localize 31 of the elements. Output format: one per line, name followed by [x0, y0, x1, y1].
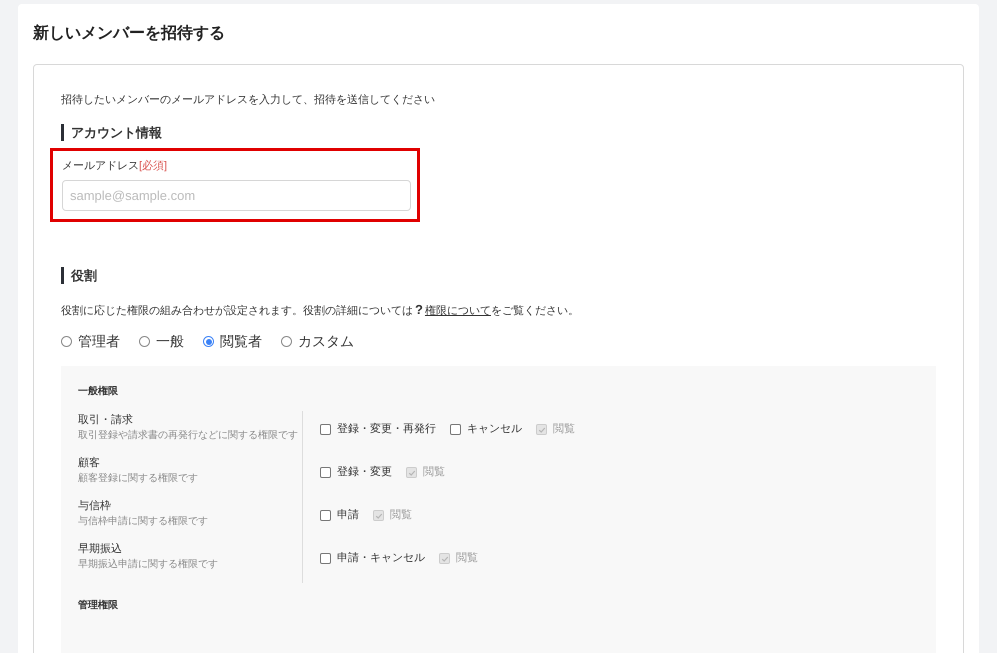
role-radio[interactable]: カスタム — [281, 331, 354, 352]
permission-description: 与信枠申請に関する権限です — [78, 514, 208, 529]
permission-checkbox[interactable]: 登録・変更 — [320, 464, 392, 481]
section-heading: アカウント情報 — [61, 124, 936, 141]
permission-checkbox[interactable]: キャンセル — [450, 421, 522, 438]
permission-name: 顧客 — [78, 456, 101, 471]
group-heading: 一般権限 — [78, 385, 119, 399]
field-label: メールアドレス[必須] — [62, 158, 168, 174]
checkmark-icon — [408, 468, 416, 476]
page-title: 新しいメンバーを招待する — [33, 24, 226, 44]
intro-text: 招待したいメンバーのメールアドレスを入力して、招待を送信してください — [61, 93, 436, 108]
permission-name: 与信枠 — [78, 499, 112, 514]
permission-checkbox[interactable]: 申請 — [320, 507, 359, 524]
checkmark-icon — [538, 426, 546, 434]
role-radio[interactable]: 一般 — [139, 331, 184, 352]
checkmark-icon — [374, 512, 382, 520]
checkmark-icon — [440, 554, 448, 562]
permission-description: 早期振込申請に関する権限です — [78, 558, 218, 572]
group-heading: 管理権限 — [78, 599, 119, 613]
permission-description: 顧客登録に関する権限です — [78, 472, 198, 486]
role-radio[interactable]: 閲覧者 — [203, 331, 262, 352]
permission-checkbox[interactable]: 登録・変更・再発行 — [320, 421, 436, 438]
email-input[interactable]: sample@sample.com — [62, 180, 411, 211]
permission-name: 取引・請求 — [78, 413, 134, 428]
permission-description: 取引登録や請求書の再発行などに関する権限です — [78, 428, 298, 443]
role-description: 役割に応じた権限の組み合わせが設定されます。役割の詳細については?権限について をご覧ください。 — [61, 302, 580, 319]
permissions-link[interactable]: 権限について — [424, 305, 491, 317]
permission-checkbox[interactable]: 申請・キャンセル — [320, 550, 425, 567]
role-radio[interactable]: 管理者 — [61, 331, 120, 352]
section-heading: 役割 — [61, 267, 936, 284]
permission-name: 早期振込 — [78, 542, 123, 557]
